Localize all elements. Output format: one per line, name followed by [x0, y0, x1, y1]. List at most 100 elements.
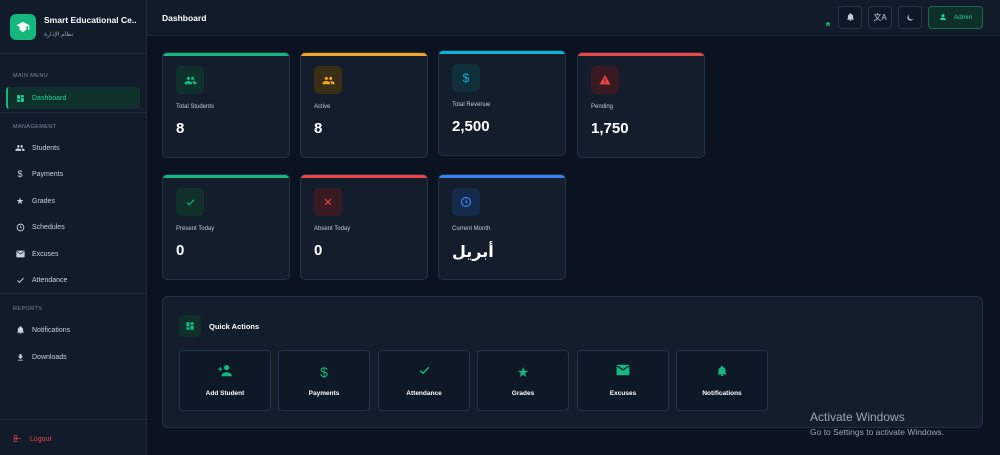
stat-label: Total Students	[176, 104, 215, 110]
stat-value: 0	[314, 242, 323, 259]
sidebar-item-attendance[interactable]: Attendance	[6, 269, 140, 291]
close-icon	[314, 188, 342, 216]
stat-card-absent-today: Absent Today 0	[300, 174, 428, 280]
admin-label: Admin	[953, 14, 973, 21]
stat-value: 1,750	[591, 120, 629, 137]
page-title: Dashboard	[162, 13, 207, 23]
people-icon	[176, 66, 204, 94]
sidebar-item-downloads[interactable]: Downloads	[6, 346, 140, 368]
download-icon	[15, 352, 25, 362]
sidebar-item-label: Downloads	[32, 353, 67, 361]
dashboard-icon	[179, 315, 201, 337]
people-icon	[15, 143, 25, 153]
mail-icon	[578, 364, 668, 376]
quick-action-label: Grades	[511, 390, 535, 397]
sidebar-footer: Logout	[0, 419, 146, 455]
stat-value: 8	[314, 120, 323, 137]
sidebar-item-payments[interactable]: $ Payments	[6, 163, 140, 185]
star-icon: ★	[516, 364, 530, 380]
warning-icon	[591, 66, 619, 94]
sidebar-item-grades[interactable]: ★ Grades	[6, 190, 140, 212]
sidebar-item-label: Grades	[32, 197, 55, 205]
stat-value: 0	[176, 242, 185, 259]
add-person-icon	[180, 364, 270, 377]
check-icon	[15, 275, 25, 285]
star-icon: ★	[15, 195, 25, 206]
brand: Smart Educational Ce... نظام الإدارة	[0, 0, 146, 54]
sidebar-item-label: Payments	[32, 170, 64, 178]
stat-card-active: Active 8	[300, 52, 428, 158]
sidebar-item-excuses[interactable]: Excuses	[6, 243, 140, 265]
sidebar-item-label: Attendance	[32, 276, 68, 284]
user-icon	[939, 13, 947, 23]
logout-icon	[13, 434, 22, 445]
stat-value: أبريل	[452, 244, 494, 261]
stat-value: 8	[176, 120, 185, 137]
brand-subtitle: نظام الإدارة	[44, 32, 74, 38]
dollar-icon: $	[17, 169, 23, 179]
home-icon	[825, 14, 831, 26]
section-reports: REPORTS	[13, 306, 43, 312]
sidebar-item-label: Excuses	[32, 250, 59, 258]
language-button[interactable]: 文A	[868, 6, 892, 29]
stat-card-total-students: Total Students 8	[162, 52, 290, 158]
sidebar-item-label: Notifications	[32, 326, 71, 334]
stat-label: Total Revenue	[452, 102, 491, 108]
mail-icon	[15, 249, 25, 259]
stat-label: Present Today	[176, 226, 215, 232]
dollar-icon: $	[320, 364, 328, 380]
stat-card-present-today: Present Today 0	[162, 174, 290, 280]
watermark-title: Activate Windows	[810, 410, 905, 424]
quick-actions-title: Quick Actions	[209, 321, 260, 331]
quick-action-label: Payments	[308, 390, 340, 397]
bell-icon	[15, 325, 25, 335]
quick-action-grades[interactable]: ★ Grades	[477, 350, 569, 411]
check-icon	[379, 364, 469, 377]
sidebar-item-label: Schedules	[32, 223, 65, 231]
stat-label: Absent Today	[314, 226, 351, 232]
check-icon	[176, 188, 204, 216]
top-header: Dashboard 文A Admin	[147, 0, 1000, 36]
stat-label: Active	[314, 104, 331, 110]
stat-card-current-month: Current Month أبريل	[438, 174, 566, 280]
sidebar-item-notifications[interactable]: Notifications	[6, 319, 140, 341]
stat-card-pending: Pending 1,750	[577, 52, 705, 158]
quick-action-label: Add Student	[205, 390, 245, 397]
windows-activation-watermark: Activate Windows Go to Settings to activ…	[810, 410, 944, 437]
sidebar: Smart Educational Ce... نظام الإدارة MAI…	[0, 0, 147, 455]
logout-button[interactable]: Logout	[13, 434, 51, 445]
logout-label: Logout	[30, 436, 52, 443]
quick-action-label: Excuses	[609, 390, 637, 397]
section-main-menu: MAIN MENU	[13, 73, 49, 79]
clock-icon	[452, 188, 480, 216]
quick-action-notifications[interactable]: Notifications	[676, 350, 768, 411]
bell-icon	[846, 9, 855, 27]
people-icon	[314, 66, 342, 94]
stat-label: Current Month	[452, 226, 491, 232]
theme-toggle-button[interactable]	[898, 6, 922, 29]
quick-action-attendance[interactable]: Attendance	[378, 350, 470, 411]
sidebar-item-schedules[interactable]: Schedules	[6, 216, 140, 238]
graduation-cap-icon	[10, 13, 36, 40]
moon-icon	[906, 9, 915, 27]
clock-icon	[15, 222, 25, 232]
quick-action-label: Notifications	[702, 390, 742, 397]
sidebar-item-dashboard[interactable]: Dashboard	[6, 87, 140, 109]
sidebar-item-label: Students	[32, 144, 60, 152]
stat-label: Pending	[591, 104, 614, 110]
bell-icon	[677, 364, 767, 378]
quick-action-payments[interactable]: $ Payments	[278, 350, 370, 411]
sidebar-item-students[interactable]: Students	[6, 137, 140, 159]
dollar-icon: $	[452, 64, 480, 92]
admin-menu-button[interactable]: Admin	[928, 6, 983, 29]
stat-value: 2,500	[452, 118, 490, 135]
quick-action-add-student[interactable]: Add Student	[179, 350, 271, 411]
dashboard-icon	[15, 93, 25, 103]
sidebar-item-label: Dashboard	[32, 94, 67, 102]
translate-icon: 文A	[873, 13, 887, 22]
notifications-button[interactable]	[838, 6, 862, 29]
section-management: MANAGEMENT	[13, 124, 57, 130]
quick-action-excuses[interactable]: Excuses	[577, 350, 669, 411]
quick-actions-panel: Quick Actions Add Student $ Payments Att…	[162, 296, 983, 428]
watermark-subtitle: Go to Settings to activate Windows.	[810, 427, 945, 437]
